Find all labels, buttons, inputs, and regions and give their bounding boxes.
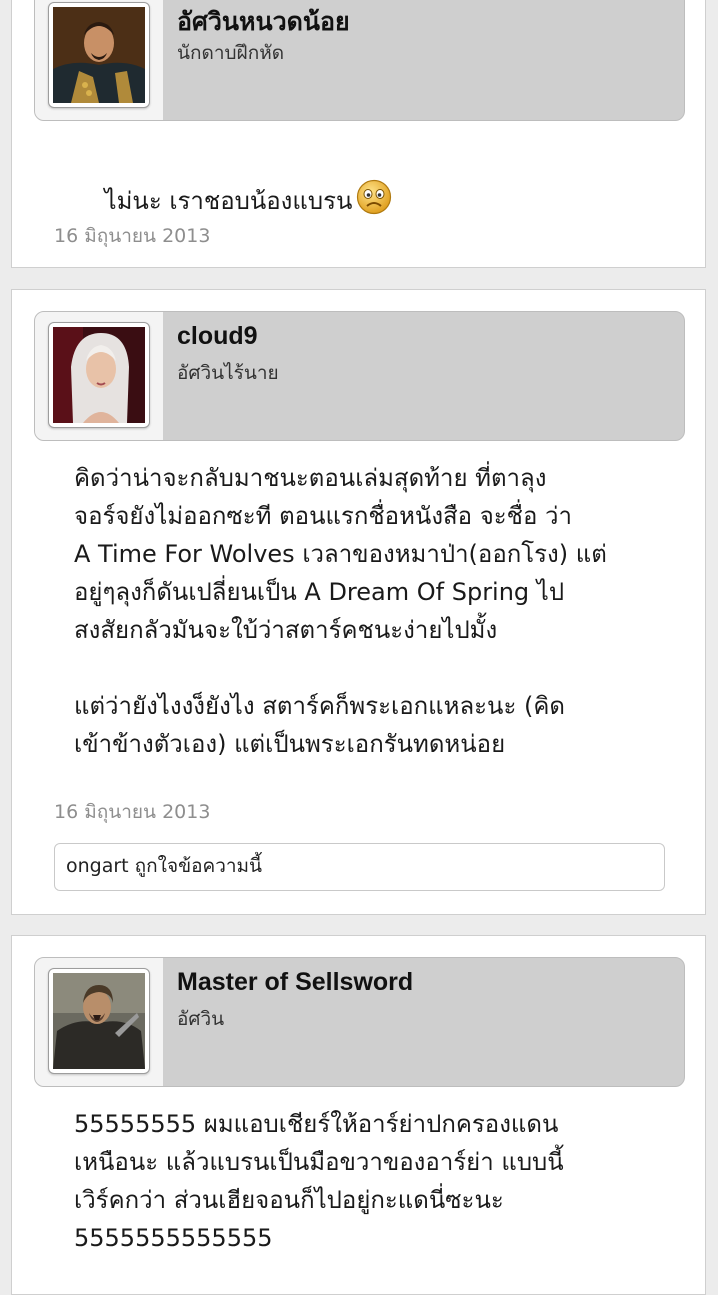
avatar-image bbox=[53, 327, 145, 423]
author-rank: นักดาบฝึกหัด bbox=[177, 42, 285, 64]
avatar-image bbox=[53, 973, 145, 1069]
post-card: Master of Sellsword อัศวิน 55555555 ผมแอ… bbox=[11, 935, 706, 1295]
author-rank: อัศวิน bbox=[177, 1008, 225, 1030]
post-message: 55555555 ผมแอบเชียร์ให้อาร์ย่าปกครองแดน … bbox=[74, 1110, 564, 1252]
post-card: อัศวินหนวดน้อย นักดาบฝึกหัด ไม่นะ เราชอบ… bbox=[11, 0, 706, 268]
post-date: 16 มิถุนายน 2013 bbox=[54, 801, 211, 823]
avatar[interactable] bbox=[48, 2, 150, 108]
author-panel: อัศวินหนวดน้อย นักดาบฝึกหัด bbox=[34, 0, 685, 121]
like-notice[interactable]: ongart ถูกใจข้อความนี้ bbox=[54, 843, 665, 891]
avatar-image bbox=[53, 7, 145, 103]
sad-face-icon bbox=[356, 179, 392, 226]
author-rank: อัศวินไร้นาย bbox=[177, 362, 279, 384]
avatar[interactable] bbox=[48, 968, 150, 1074]
author-panel: cloud9 อัศวินไร้นาย bbox=[34, 311, 685, 441]
post-message: คิดว่าน่าจะกลับมาชนะตอนเล่มสุดท้าย ที่ตา… bbox=[74, 464, 607, 758]
author-name[interactable]: cloud9 bbox=[177, 322, 258, 351]
post-message-text: ไม่นะ เราชอบน้องแบรน bbox=[104, 187, 353, 215]
author-panel: Master of Sellsword อัศวิน bbox=[34, 957, 685, 1087]
author-name[interactable]: Master of Sellsword bbox=[177, 968, 413, 997]
post-date: 16 มิถุนายน 2013 bbox=[54, 225, 211, 247]
avatar[interactable] bbox=[48, 322, 150, 428]
post-card: cloud9 อัศวินไร้นาย คิดว่าน่าจะกลับมาชนะ… bbox=[11, 289, 706, 915]
author-name[interactable]: อัศวินหนวดน้อย bbox=[177, 2, 350, 42]
